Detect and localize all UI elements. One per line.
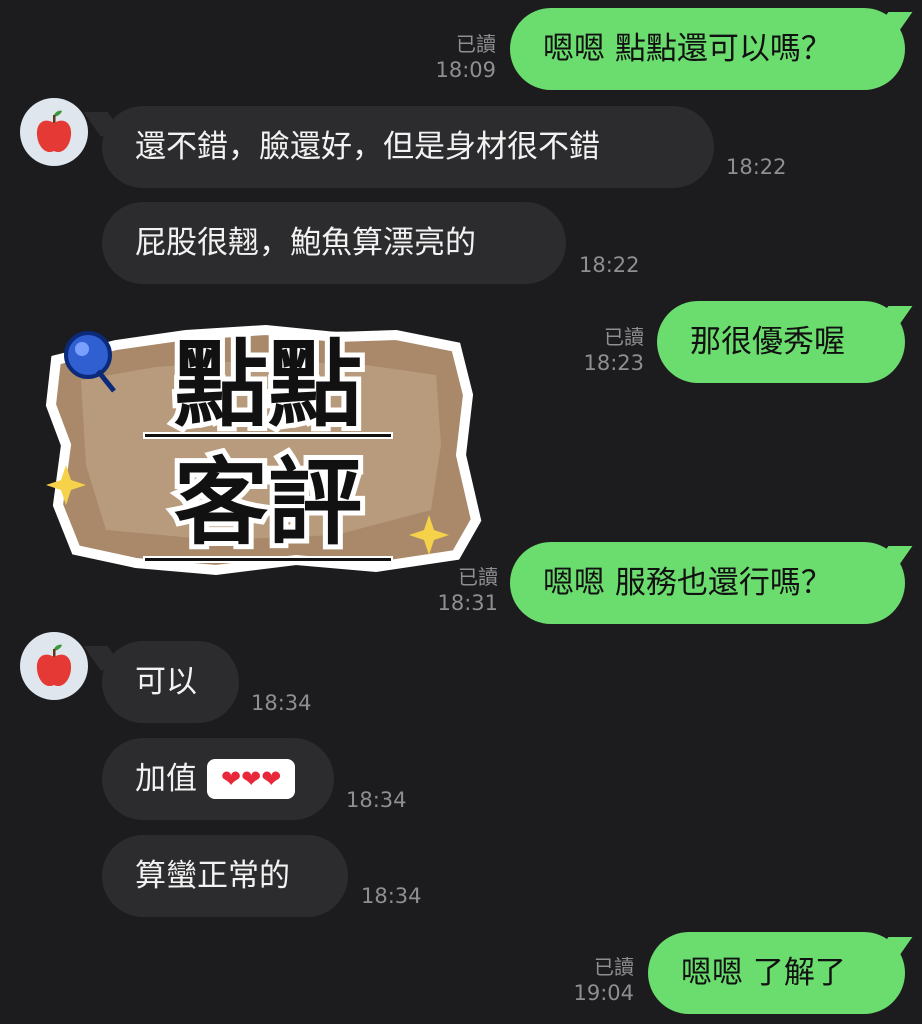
apple-icon bbox=[36, 644, 72, 687]
chat-window[interactable]: 已讀 18:09 嗯嗯 點點還可以嗎？ 還不錯，臉還好，但是身材很不錯 18:2… bbox=[0, 0, 922, 1024]
apple-icon bbox=[36, 110, 72, 153]
incoming-message[interactable]: 還不錯，臉還好，但是身材很不錯 bbox=[102, 106, 714, 188]
sticker-line1: 點點 bbox=[174, 331, 362, 440]
incoming-message[interactable]: 加值 ❤❤❤ bbox=[102, 738, 334, 820]
message-text: 算蠻正常的 bbox=[135, 857, 290, 894]
read-status: 已讀 18:23 bbox=[583, 325, 644, 375]
message-time: 18:34 bbox=[361, 884, 422, 908]
heart-icon: ❤❤❤ bbox=[221, 765, 282, 793]
read-status: 已讀 18:31 bbox=[437, 565, 498, 615]
outgoing-message[interactable]: 嗯嗯 了解了 bbox=[648, 932, 905, 1014]
incoming-message[interactable]: 算蠻正常的 bbox=[102, 835, 348, 917]
outgoing-message[interactable]: 嗯嗯 點點還可以嗎？ bbox=[510, 8, 905, 90]
message-time: 18:34 bbox=[346, 788, 407, 812]
contact-avatar[interactable] bbox=[20, 632, 88, 700]
message-text: 嗯嗯 服務也還行嗎？ bbox=[543, 564, 832, 601]
incoming-message[interactable]: 可以 bbox=[102, 641, 239, 723]
message-text: 可以 bbox=[135, 663, 197, 700]
contact-avatar[interactable] bbox=[20, 98, 88, 166]
message-text: 加值 bbox=[135, 760, 197, 797]
message-text: 嗯嗯 點點還可以嗎？ bbox=[543, 30, 832, 67]
read-status: 已讀 19:04 bbox=[573, 955, 634, 1005]
message-time: 18:22 bbox=[726, 155, 787, 179]
sticker-image: 點點 客評 bbox=[45, 324, 482, 576]
pin-icon bbox=[64, 331, 112, 379]
message-time: 18:22 bbox=[579, 253, 640, 277]
outgoing-message[interactable]: 那很優秀喔 bbox=[657, 301, 905, 383]
message-text: 嗯嗯 了解了 bbox=[681, 954, 846, 991]
heart-emoji-group: ❤❤❤ bbox=[207, 759, 296, 799]
sticker[interactable]: 點點 客評 bbox=[36, 305, 496, 590]
outgoing-message[interactable]: 嗯嗯 服務也還行嗎？ bbox=[510, 542, 905, 624]
sticker-line2: 客評 bbox=[174, 449, 362, 558]
message-text: 那很優秀喔 bbox=[690, 323, 845, 360]
message-text: 還不錯，臉還好，但是身材很不錯 bbox=[135, 128, 600, 165]
message-time: 18:34 bbox=[251, 691, 312, 715]
message-text: 屁股很翹，鮑魚算漂亮的 bbox=[135, 224, 476, 261]
read-status: 已讀 18:09 bbox=[435, 32, 496, 82]
incoming-message[interactable]: 屁股很翹，鮑魚算漂亮的 bbox=[102, 202, 566, 284]
